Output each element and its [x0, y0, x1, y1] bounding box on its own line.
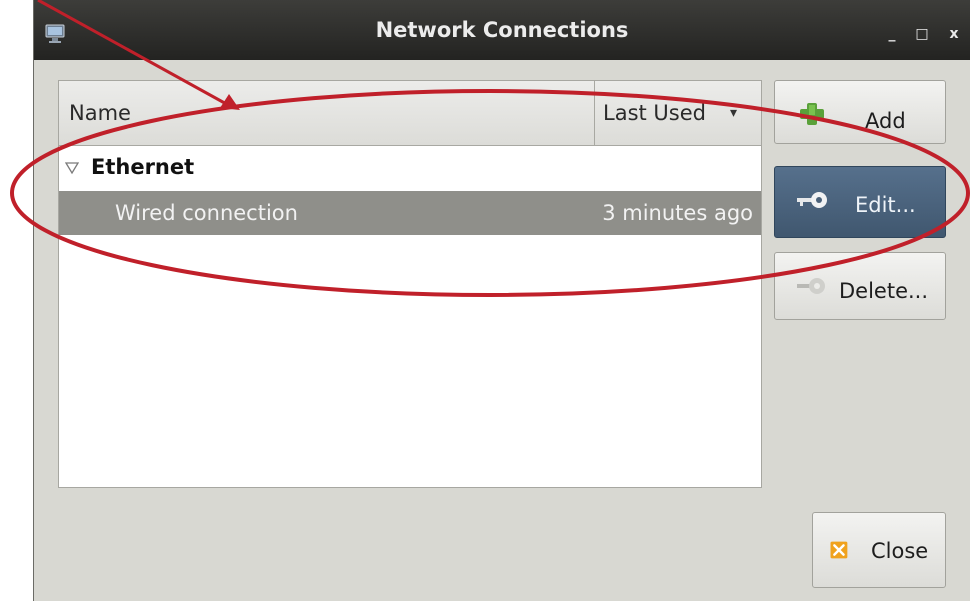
delete-button-label: Delete...	[839, 279, 929, 303]
sort-descending-icon: ▾	[730, 105, 738, 121]
title-bar[interactable]: Network Connections _ □ x	[34, 0, 970, 60]
window-title: Network Connections	[375, 18, 629, 42]
expander-triangle-icon[interactable]	[65, 161, 79, 175]
column-header-name-label: Name	[69, 101, 131, 125]
add-button-label: Add	[865, 109, 906, 133]
edit-button[interactable]: Edit...	[774, 166, 946, 238]
group-label: Ethernet	[91, 155, 195, 179]
group-row-ethernet[interactable]: Ethernet	[59, 147, 761, 191]
connection-name: Wired connection	[115, 201, 298, 225]
column-header-last-used-label: Last Used	[603, 101, 706, 125]
add-button[interactable]: Add	[774, 80, 946, 144]
connections-list[interactable]: Name Last Used ▾ Ethernet Wired connecti…	[58, 80, 762, 488]
close-button-label: Close	[871, 539, 929, 563]
key-icon	[797, 278, 825, 294]
connection-row[interactable]: Wired connection 3 minutes ago	[59, 191, 761, 235]
close-button[interactable]: Close	[812, 512, 946, 588]
plus-icon	[800, 103, 824, 125]
key-icon	[797, 192, 827, 208]
connection-last-used: 3 minutes ago	[602, 201, 753, 225]
list-header: Name Last Used ▾	[59, 81, 761, 146]
column-header-name[interactable]: Name	[59, 81, 595, 145]
maximize-button[interactable]: □	[914, 26, 930, 42]
column-header-last-used[interactable]: Last Used ▾	[595, 81, 761, 145]
window-close-button[interactable]: x	[946, 26, 962, 42]
edit-button-label: Edit...	[855, 193, 916, 217]
delete-button[interactable]: Delete...	[774, 252, 946, 320]
close-icon	[830, 541, 848, 559]
minimize-button[interactable]: _	[884, 26, 900, 42]
